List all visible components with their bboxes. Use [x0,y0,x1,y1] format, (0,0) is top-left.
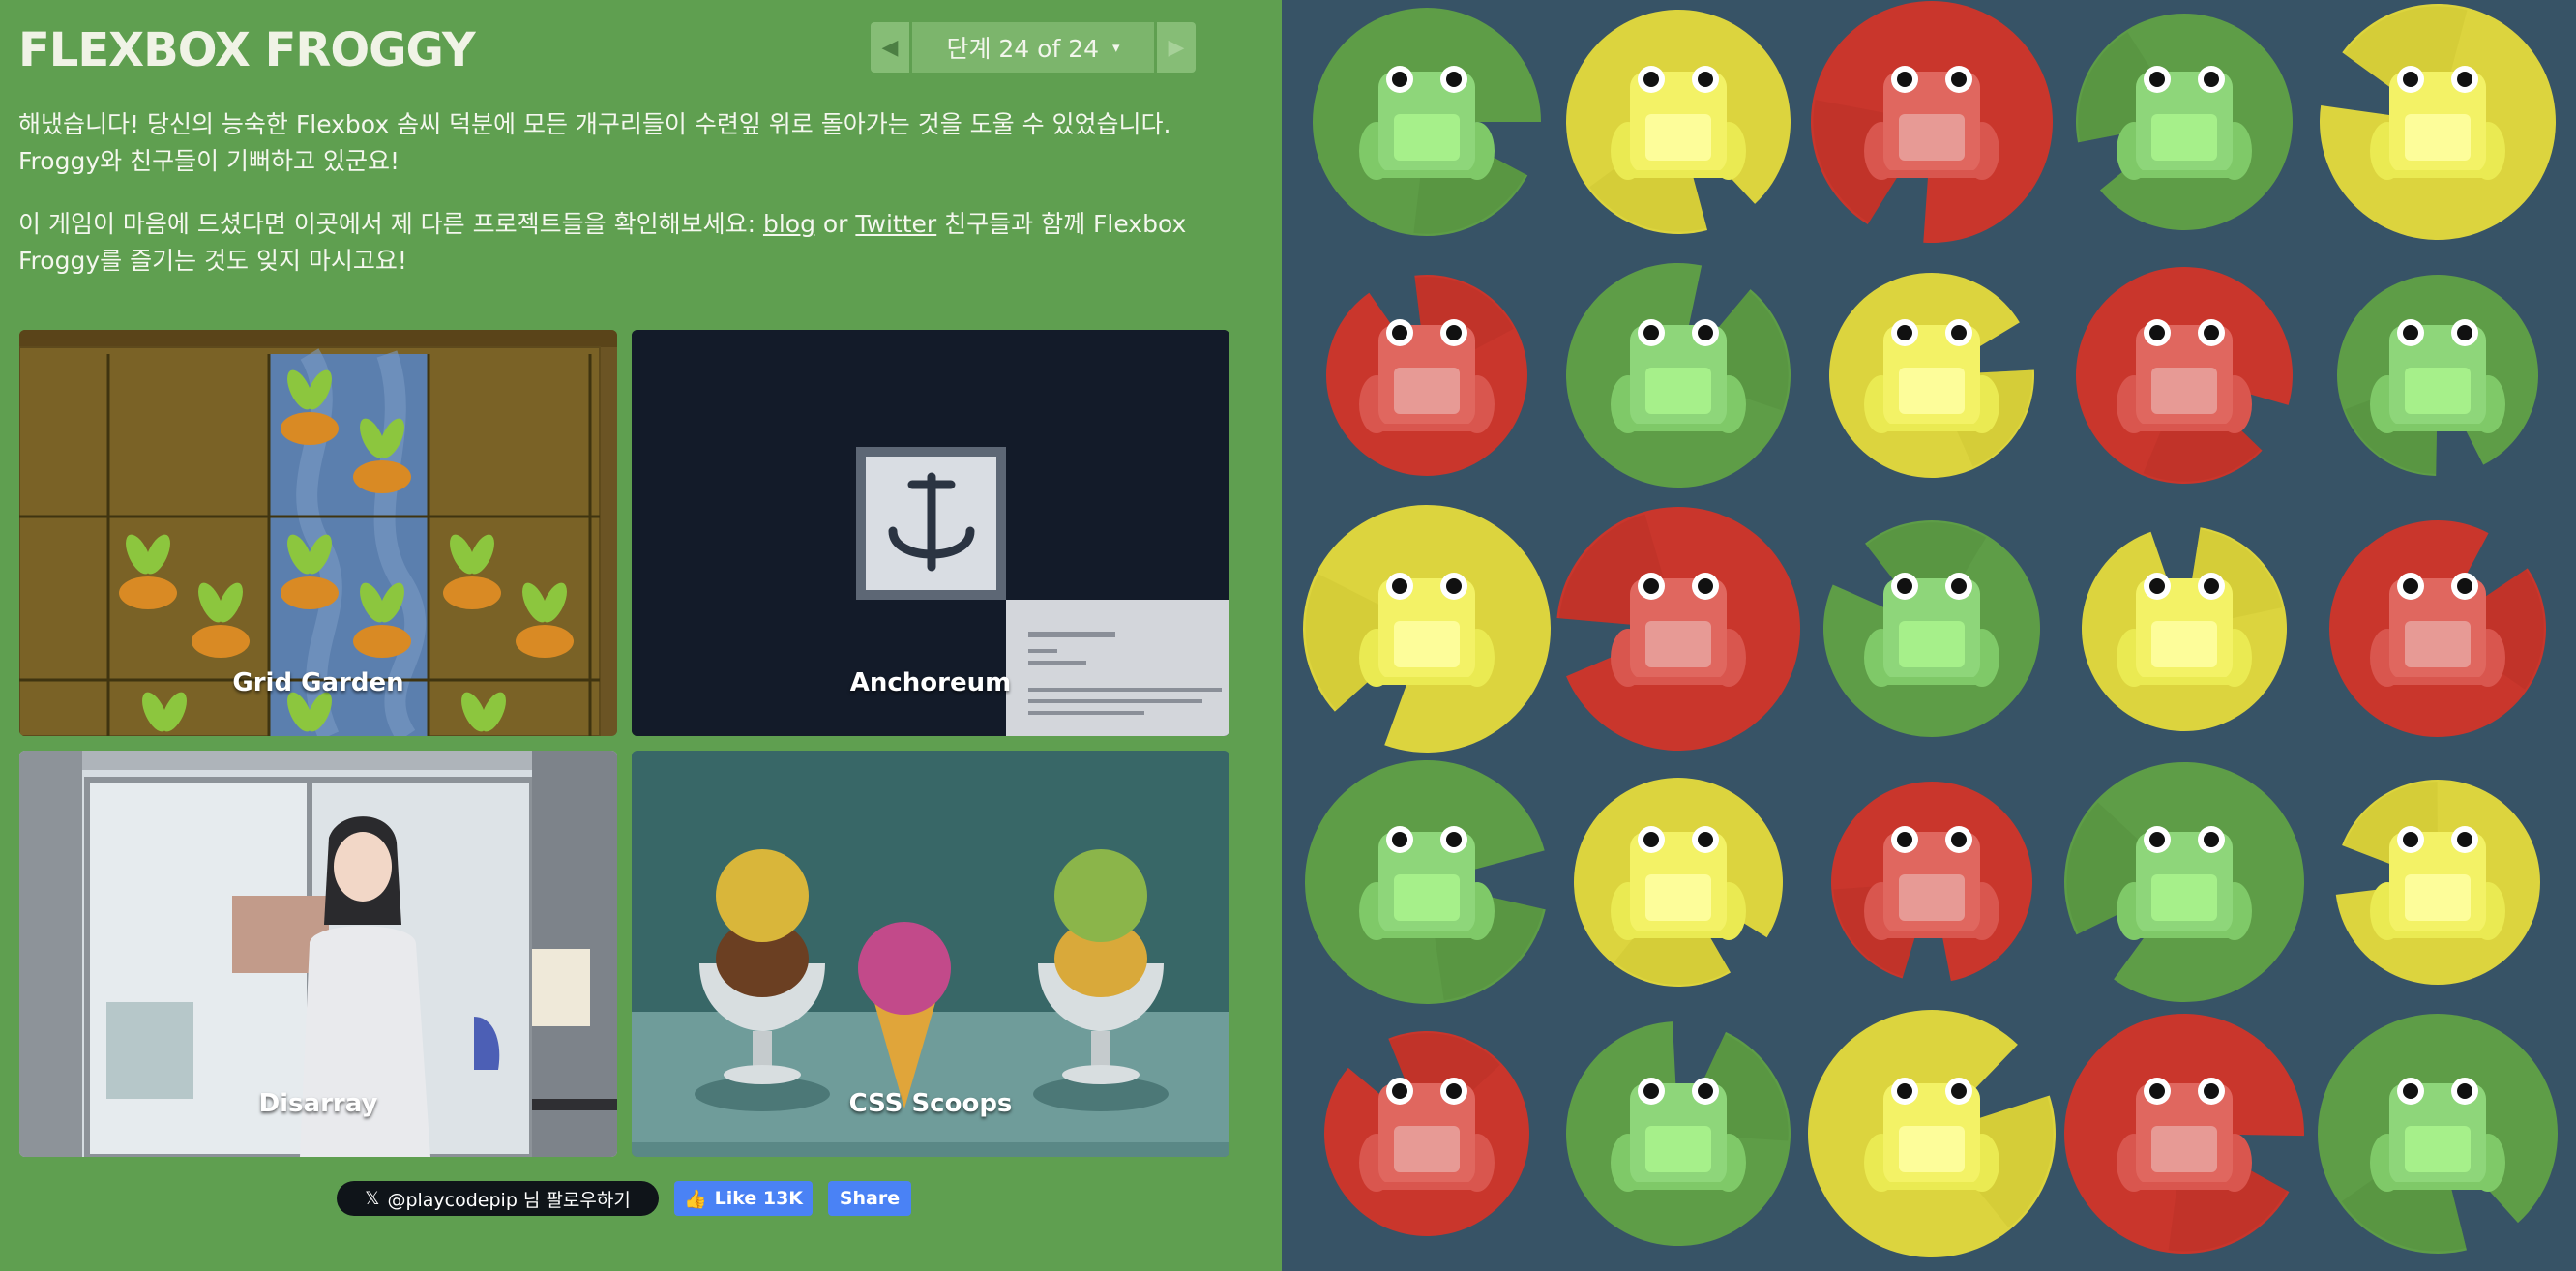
level-indicator[interactable]: 단계 24 of 24 ▾ [912,22,1154,73]
lilypad-red-2-1 [1326,275,1527,476]
lilypad-yellow-4-2 [1574,778,1783,987]
css-scoops-label: CSS Scoops [848,1089,1013,1118]
instructions-panel: FLEXBOX FROGGY ◀ 단계 24 of 24 ▾ ▶ 해냈습니다! … [0,0,1282,1271]
pond-board [1282,0,2576,1271]
lilypad-yellow-1-2 [1566,9,1791,235]
lilypad-red-1-3 [1811,1,2053,243]
blog-link[interactable]: blog [763,210,815,238]
lilypad-yellow-5-3 [1808,1010,2056,1257]
lilypad-green-1-1 [1313,8,1541,237]
lilypad-green-4-4 [2064,762,2304,1002]
lilypad-red-3-2 [1556,507,1800,751]
lilypad-red-3-5 [2329,520,2546,737]
level-label: 단계 24 of 24 [946,35,1100,63]
x-logo-icon: 𝕏 [365,1188,380,1209]
next-level-button[interactable]: ▶ [1157,22,1196,73]
anchoreum-card[interactable]: Anchoreum [632,330,1229,736]
arrow-right-icon: ▶ [1168,35,1185,60]
lilypad-green-3-3 [1823,520,2040,737]
lilypad-yellow-3-4 [2082,527,2287,731]
lilypad-yellow-2-3 [1829,273,2034,478]
twitter-link[interactable]: Twitter [855,210,936,238]
projects-message: 이 게임이 마음에 드셨다면 이곳에서 제 다른 프로젝트들을 확인해보세요: … [18,206,1257,280]
grid-garden-label: Grid Garden [232,668,404,697]
lilypad-green-4-1 [1305,760,1546,1004]
lilypad-red-4-3 [1831,782,2032,982]
disarray-label: Disarray [258,1089,378,1118]
or-text: or [814,210,856,238]
facebook-share-button[interactable]: Share [828,1181,911,1216]
thumbs-up-icon: 👍 [683,1188,707,1210]
caret-down-icon: ▾ [1112,39,1120,56]
grid-garden-card[interactable]: Grid Garden [19,330,617,736]
lilypad-green-2-5 [2337,275,2538,476]
lilypad-green-5-5 [2318,1014,2558,1254]
css-scoops-card[interactable]: CSS Scoops [632,751,1229,1157]
twitter-follow-label: @playcodepip 님 팔로우하기 [387,1189,631,1211]
lilypad-red-5-1 [1324,1031,1529,1236]
lilypad-yellow-4-5 [2335,780,2540,985]
disarray-card[interactable]: Disarray [19,751,617,1157]
arrow-left-icon: ◀ [881,35,899,60]
facebook-like-button[interactable]: 👍 Like 13K [674,1181,813,1216]
level-navigator: ◀ 단계 24 of 24 ▾ ▶ [871,22,1196,73]
lilypad-yellow-1-5 [2320,4,2556,241]
like-label: Like 13K [714,1188,804,1209]
anchoreum-label: Anchoreum [849,668,1012,697]
projects-message-intro: 이 게임이 마음에 드셨다면 이곳에서 제 다른 프로젝트들을 확인해보세요: [18,210,763,238]
game-title: FLEXBOX FROGGY [18,23,476,77]
success-message: 해냈습니다! 당신의 능숙한 Flexbox 솜씨 덕분에 모든 개구리들이 수… [18,110,1171,175]
previous-level-button[interactable]: ◀ [871,22,909,73]
lilypad-green-5-2 [1566,1021,1791,1246]
twitter-follow-button[interactable]: 𝕏 @playcodepip 님 팔로우하기 [337,1181,659,1216]
lilypad-red-2-4 [2076,267,2293,484]
lilypad-yellow-3-1 [1303,505,1551,753]
lilypad-green-2-2 [1566,263,1791,488]
lilypad-green-1-4 [2076,13,2293,230]
share-label: Share [839,1188,901,1209]
lilypad-red-5-4 [2064,1014,2304,1254]
